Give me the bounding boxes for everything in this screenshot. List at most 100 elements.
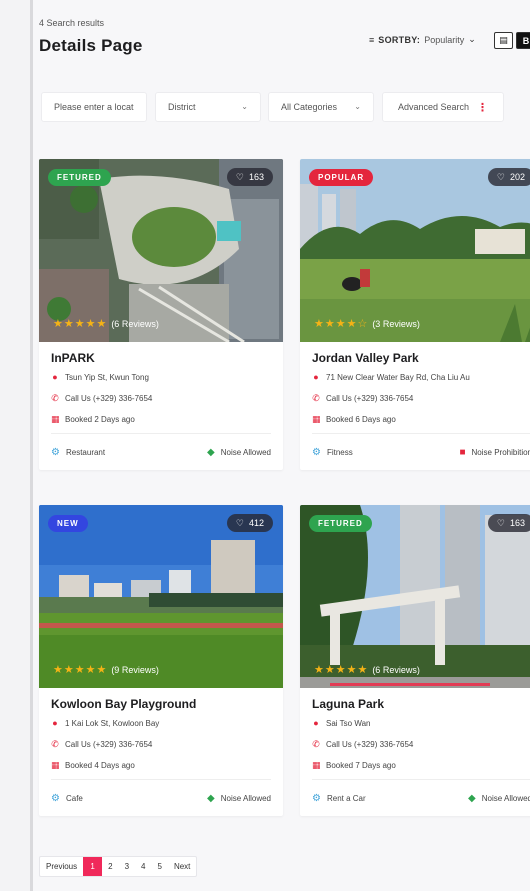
results-count: 4 Search results [39,18,105,28]
previous-page-button[interactable]: Previous [40,857,83,876]
likes-button[interactable]: ♡ 202 [487,168,530,186]
listing-footer: ⚙ Cafe ◆ Noise Allowed [51,779,271,816]
playground-image [39,505,283,688]
category-tag[interactable]: ⚙ Rent a Car [312,793,366,804]
noise-tag: ◆ Noise Allowed [468,793,530,804]
address-text: Tsun Yip St, Kwun Tong [65,372,149,382]
phone-icon: ✆ [51,738,59,749]
listing-image[interactable]: FETURED ♡ 163 ★★★★★ (6 Reviews) [300,505,530,688]
category-text: Restaurant [65,447,106,457]
likes-count: 163 [248,172,264,182]
booked-text: Booked 6 Days ago [326,414,396,424]
listing-booked: ▦ Booked 7 Days ago [312,758,530,772]
district-label: District [168,102,196,112]
lock-open-icon: ◆ [468,792,476,804]
status-badge: NEW [48,515,88,532]
categories-label: All Categories [281,102,338,112]
listing-card[interactable]: NEW ♡ 412 ★★★★★ (9 Reviews) Kowloon Bay … [39,505,283,816]
status-badge: POPULAR [309,169,374,186]
noise-tag: ◆ Noise Allowed [207,793,271,804]
grid-view-button[interactable]: B [516,32,530,49]
chevron-down-icon: ⌄ [354,102,361,111]
listing-phone[interactable]: ✆ Call Us (+329) 336-7654 [312,391,530,405]
booked-text: Booked 4 Days ago [65,760,135,770]
noise-text: Noise Allowed [481,793,530,803]
heart-icon: ♡ [235,171,244,182]
listing-booked: ▦ Booked 2 Days ago [51,412,271,426]
page-button-1[interactable]: 1 [83,857,103,876]
rating: ★★★★★ (6 Reviews) [53,317,159,330]
listing-address: ● Tsun Yip St, Kwun Tong [51,370,271,384]
sort-control[interactable]: ≡ SORTBY: Popularity ⌄ [369,34,476,45]
status-badge: FETURED [48,169,111,186]
list-view-icon: ▤ [499,35,508,45]
aerial-park-image [39,159,283,342]
listing-name[interactable]: Jordan Valley Park [312,351,530,365]
category-text: Fitness [326,447,353,457]
noise-text: Noise Allowed [220,793,271,803]
phone-icon: ✆ [51,392,59,403]
sort-label: SORTBY: [378,34,421,45]
stars-icon: ★★★★★ [53,664,108,676]
advanced-search-button[interactable]: Advanced Search ⋮ [382,92,504,122]
listing-image[interactable]: POPULAR ♡ 202 ★★★★☆ (3 Reviews) [300,159,530,342]
page-button-4[interactable]: 4 [135,857,151,876]
category-text: Cafe [65,793,83,803]
listing-name[interactable]: Laguna Park [312,697,530,711]
noise-text: Noise Prohibition [471,447,530,457]
page-button-3[interactable]: 3 [119,857,135,876]
lock-open-icon: ◆ [207,792,215,804]
calendar-icon: ▦ [51,413,60,424]
category-tag[interactable]: ⚙ Fitness [312,447,353,458]
categories-select[interactable]: All Categories ⌄ [268,92,374,122]
likes-count: 163 [509,518,525,528]
reviews-count: (3 Reviews) [372,318,420,329]
sort-value: Popularity [424,34,465,45]
map-pin-icon: ● [52,372,58,382]
lock-closed-icon: ■ [459,446,466,458]
calendar-icon: ▦ [312,759,321,770]
district-select[interactable]: District ⌄ [155,92,261,122]
listing-card[interactable]: FETURED ♡ 163 ★★★★★ (6 Reviews) Laguna P… [300,505,530,816]
category-icon: ⚙ [51,792,60,804]
listing-phone[interactable]: ✆ Call Us (+329) 336-7654 [51,391,271,405]
lock-open-icon: ◆ [207,446,215,458]
likes-button[interactable]: ♡ 163 [226,168,273,186]
phone-text: Call Us (+329) 336-7654 [65,739,153,749]
address-text: 1 Kai Lok St, Kowloon Bay [65,718,160,728]
page-button-2[interactable]: 2 [102,857,118,876]
map-pin-icon: ● [313,372,319,382]
grid-view-label: B [522,35,530,46]
map-pin-icon: ● [52,718,58,728]
listing-card[interactable]: FETURED ♡ 163 ★★★★★ (6 Reviews) InPARK ●… [39,159,283,470]
listing-address: ● Sai Tso Wan [312,716,530,730]
location-input[interactable]: Please enter a locat [41,92,147,122]
listing-phone[interactable]: ✆ Call Us (+329) 336-7654 [51,737,271,751]
listing-name[interactable]: InPARK [51,351,271,365]
page-button-5[interactable]: 5 [151,857,167,876]
status-badge: FETURED [309,515,372,532]
listing-name[interactable]: Kowloon Bay Playground [51,697,271,711]
category-tag[interactable]: ⚙ Restaurant [51,447,105,458]
phone-text: Call Us (+329) 336-7654 [65,393,153,403]
reviews-count: (6 Reviews) [111,318,159,329]
stars-icon: ★★★★☆ [314,318,369,330]
likes-button[interactable]: ♡ 163 [487,514,530,532]
listing-card[interactable]: POPULAR ♡ 202 ★★★★☆ (3 Reviews) Jordan V… [300,159,530,470]
listing-image[interactable]: FETURED ♡ 163 ★★★★★ (6 Reviews) [39,159,283,342]
more-vertical-icon: ⋮ [477,101,489,114]
listing-phone[interactable]: ✆ Call Us (+329) 336-7654 [312,737,530,751]
listing-footer: ⚙ Rent a Car ◆ Noise Allowed [312,779,530,816]
list-view-button[interactable]: ▤ [494,32,513,49]
address-text: Sai Tso Wan [326,718,371,728]
listing-address: ● 71 New Clear Water Bay Rd, Cha Liu Au [312,370,530,384]
likes-button[interactable]: ♡ 412 [226,514,273,532]
next-page-button[interactable]: Next [168,857,196,876]
category-icon: ⚙ [312,446,321,458]
listing-image[interactable]: NEW ♡ 412 ★★★★★ (9 Reviews) [39,505,283,688]
calendar-icon: ▦ [312,413,321,424]
noise-text: Noise Allowed [220,447,271,457]
category-icon: ⚙ [312,792,321,804]
category-tag[interactable]: ⚙ Cafe [51,793,83,804]
reviews-count: (6 Reviews) [372,664,420,675]
